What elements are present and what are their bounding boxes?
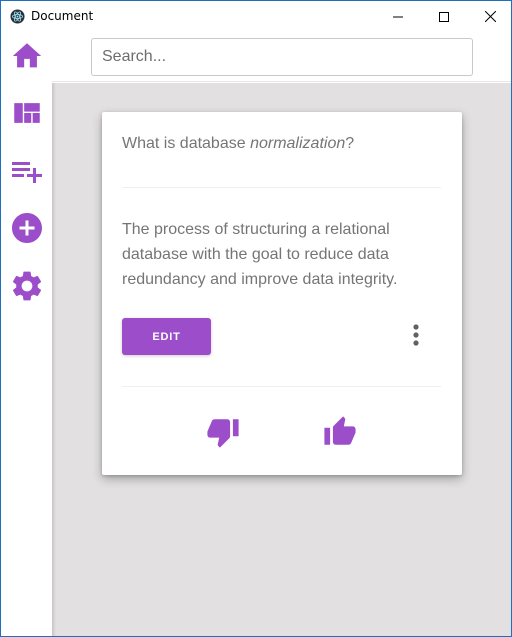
content-area: What is database normalization? The proc… (52, 83, 511, 636)
playlist-add-icon (12, 162, 42, 183)
thumbs-up-button[interactable] (322, 415, 358, 449)
add-circle-icon (12, 213, 42, 243)
more-options-button[interactable] (404, 320, 428, 350)
thumbs-down-icon (207, 419, 239, 448)
edit-button[interactable]: EDIT (122, 318, 211, 355)
question-prefix: What is database (122, 135, 251, 152)
minimize-button[interactable] (375, 1, 421, 32)
maximize-icon (439, 11, 449, 22)
dashboard-icon (14, 103, 40, 123)
sidebar-item-playlist-add[interactable] (9, 153, 45, 189)
search-input[interactable] (91, 38, 473, 76)
maximize-button[interactable] (421, 1, 467, 32)
sidebar-item-add[interactable] (9, 210, 45, 246)
title-bar: Document (1, 1, 511, 32)
card-question: What is database normalization? (122, 135, 354, 153)
window-title: Document (31, 9, 94, 23)
top-bar (52, 32, 511, 82)
card-divider-bottom (122, 386, 441, 387)
thumbs-up-icon (324, 416, 356, 445)
close-button[interactable] (467, 1, 512, 32)
sidebar-item-settings[interactable] (9, 268, 45, 304)
minimize-icon (393, 16, 403, 17)
sidebar-item-home[interactable] (9, 38, 45, 74)
electron-app-icon (10, 9, 25, 24)
question-suffix: ? (345, 135, 355, 152)
card-answer: The process of structuring a relational … (122, 221, 398, 288)
content-edge-shadow (52, 83, 56, 636)
card-divider-top (122, 187, 441, 188)
settings-icon (12, 271, 42, 301)
sidebar-item-dashboard[interactable] (9, 95, 45, 131)
thumbs-down-button[interactable] (205, 415, 241, 449)
flashcard: What is database normalization? The proc… (102, 112, 462, 475)
close-icon (484, 11, 496, 22)
home-icon (12, 43, 42, 68)
question-emphasis: normalization (250, 135, 346, 152)
sidebar (1, 32, 52, 636)
more-vert-icon (413, 324, 419, 346)
app-window: Document Wh (0, 0, 512, 637)
